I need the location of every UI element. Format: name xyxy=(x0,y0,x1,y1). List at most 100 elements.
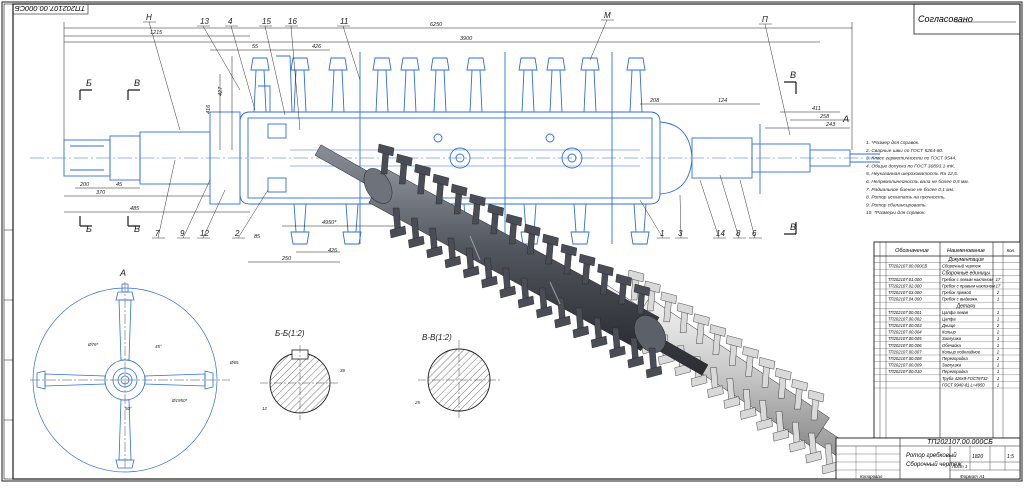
note-line: 5. Неуказанная шероховатость Ra 12,5. xyxy=(866,171,958,177)
dim-3900: 3900 xyxy=(460,36,473,42)
specification-table: Обозначение Наименование Кол. Документац… xyxy=(873,241,1021,439)
spec-cell-name: Гребок прямой xyxy=(942,290,972,295)
spec-cell-qty: 1 xyxy=(997,363,999,368)
spec-cell-name: Перегородка xyxy=(942,356,968,361)
spec-cell-designation: ТП202107.00.006 xyxy=(888,343,922,348)
spec-cell-name: Кольцо подкладное xyxy=(942,349,981,354)
spec-cell-designation: ТП202107.04.000 xyxy=(888,297,922,302)
spec-cell-designation: ТП202107.00.007 xyxy=(888,349,922,354)
paddle-top xyxy=(518,57,538,113)
dim-426b: 426 xyxy=(328,248,338,254)
leader-label: 4 xyxy=(228,17,233,26)
spec-header-qty: Кол. xyxy=(1007,248,1016,253)
paddle-top xyxy=(466,57,486,113)
spec-group-title: Документация xyxy=(947,257,984,263)
spec-cell-name: Сборочный чертеж xyxy=(942,264,982,269)
spec-cell-designation: ТП202107.00.003 xyxy=(888,323,922,328)
svg-text:50°: 50° xyxy=(125,406,132,411)
svg-text:В: В xyxy=(134,78,140,88)
dim-258: 258 xyxy=(819,114,830,120)
dim-243: 243 xyxy=(825,122,836,128)
section-bb-dim: Ø65 xyxy=(229,360,239,365)
spec-group-title: Сборочные единицы xyxy=(942,270,990,276)
spec-cell-designation: ТП202107.00.000СБ xyxy=(888,264,928,269)
note-line: 9. Ротор сбалансировать. xyxy=(866,202,927,208)
spec-cell-designation: ТП202107.00.009 xyxy=(888,363,922,368)
dim-overall: 6250 xyxy=(430,22,443,28)
svg-text:Б: Б xyxy=(86,78,92,88)
paddle-top xyxy=(400,57,420,113)
leader-label: 3 xyxy=(678,229,683,238)
note-line: 7. Радиальное биение не более 0,1 мм. xyxy=(866,187,954,193)
note-line: 1. *Размер для справок. xyxy=(866,140,919,146)
svg-text:Ø76*: Ø76* xyxy=(87,342,99,347)
spec-cell-designation: ТП202107.02.000 xyxy=(888,283,922,288)
spec-cell-qty: 1 xyxy=(997,343,999,348)
paddle-bottom xyxy=(342,203,362,245)
leader-label: 15 xyxy=(262,17,271,26)
title-format: Формат A1 xyxy=(960,474,985,479)
spec-cell-name: Гребок с левым наклоном xyxy=(942,277,993,282)
spec-cell-qty: 17 xyxy=(996,277,1001,282)
rotor-3d-model xyxy=(314,143,870,475)
spec-cell-qty: 1 xyxy=(997,382,999,387)
paddle-bottom xyxy=(290,203,310,245)
spec-cell-qty: 1 xyxy=(997,310,999,315)
title-block: ТП202107.00.000СБ Ротор гребковый Сбороч… xyxy=(835,437,1021,480)
spec-cell-name: Цапфа левая xyxy=(942,310,969,315)
dim-200: 200 xyxy=(79,182,90,188)
note-line: 2. Сварные швы по ГОСТ 5264-80. xyxy=(865,148,943,154)
dim-426: 426 xyxy=(312,44,322,50)
spec-cell-name: Гребок с выдвижн. xyxy=(942,297,978,302)
dim-427: 427 xyxy=(218,86,224,96)
note-line: 10. *Размеры для справок. xyxy=(866,210,926,216)
spec-cell-designation: ТП202107.00.004 xyxy=(888,330,922,335)
title-copy: Копировал xyxy=(860,474,883,479)
spec-cell-qty: 1 xyxy=(997,376,999,381)
dim-55: 55 xyxy=(252,44,259,50)
dim-208: 208 xyxy=(649,98,660,104)
drawing-sheet: ТП202107.00.000СБ Согласовано 6250 1215 … xyxy=(0,0,1024,483)
title-sheet: Лист 1 xyxy=(951,464,968,469)
section-bb-label: Б-Б(1:2) xyxy=(275,329,305,338)
svg-text:В: В xyxy=(790,70,796,80)
note-line: 3. Класс герметичности по ГОСТ 9544. xyxy=(866,156,956,162)
spec-header-name: Наименование xyxy=(947,248,985,254)
spec-cell-designation: ТП202107.01.000 xyxy=(888,277,922,282)
section-vv-dim: 25 xyxy=(414,400,421,405)
spec-cell-qty: 1 xyxy=(997,369,999,374)
paddle-top xyxy=(372,57,392,113)
spec-cell-name: Гребок с правым наклоном xyxy=(942,283,995,288)
view-a xyxy=(30,282,230,473)
note-line: 6. Непрямолинейность вала не более 0,5 м… xyxy=(866,178,969,185)
spec-cell-name: Цапфа xyxy=(942,316,956,321)
spec-cell-designation: ТП202107.03.000 xyxy=(888,290,922,295)
svg-text:12: 12 xyxy=(262,406,268,411)
view-a-label: А xyxy=(119,268,126,278)
dim-250: 250 xyxy=(281,256,292,262)
leader-label: 13 xyxy=(200,17,209,26)
dim-4950: 4950* xyxy=(322,220,337,226)
drawing-code-rotated: ТП202107.00.000СБ xyxy=(15,4,85,13)
paddle-top xyxy=(290,57,310,113)
svg-text:Ø1950*: Ø1950* xyxy=(171,398,188,403)
spec-cell-name: Заглушка xyxy=(942,363,962,368)
spec-cell-designation: ТП202107.00.002 xyxy=(888,316,922,321)
title-scale: 1:5 xyxy=(1007,454,1014,460)
svg-text:А: А xyxy=(842,114,849,124)
dim-485: 485 xyxy=(130,206,140,212)
leader-label: М xyxy=(604,11,611,20)
spec-cell-name: Труба 426x9-ГОСТ8732 xyxy=(942,376,988,381)
title-name-1: Ротор гребковый xyxy=(906,452,957,459)
svg-text:45°: 45° xyxy=(155,344,162,349)
spec-cell-designation: ТП202107.00.001 xyxy=(888,310,922,315)
paddle-top xyxy=(430,57,450,113)
spec-cell-qty: 17 xyxy=(996,283,1001,288)
dim-45: 45 xyxy=(116,182,123,188)
spec-cell-qty: 1 xyxy=(997,297,999,302)
paddle-top xyxy=(250,57,270,113)
dim-411: 411 xyxy=(812,106,821,112)
spec-cell-designation: ТП202107.00.005 xyxy=(888,336,922,341)
spec-cell-designation: ТП202107.00.008 xyxy=(888,356,922,361)
spec-cell-name: Заглушка xyxy=(942,336,962,341)
